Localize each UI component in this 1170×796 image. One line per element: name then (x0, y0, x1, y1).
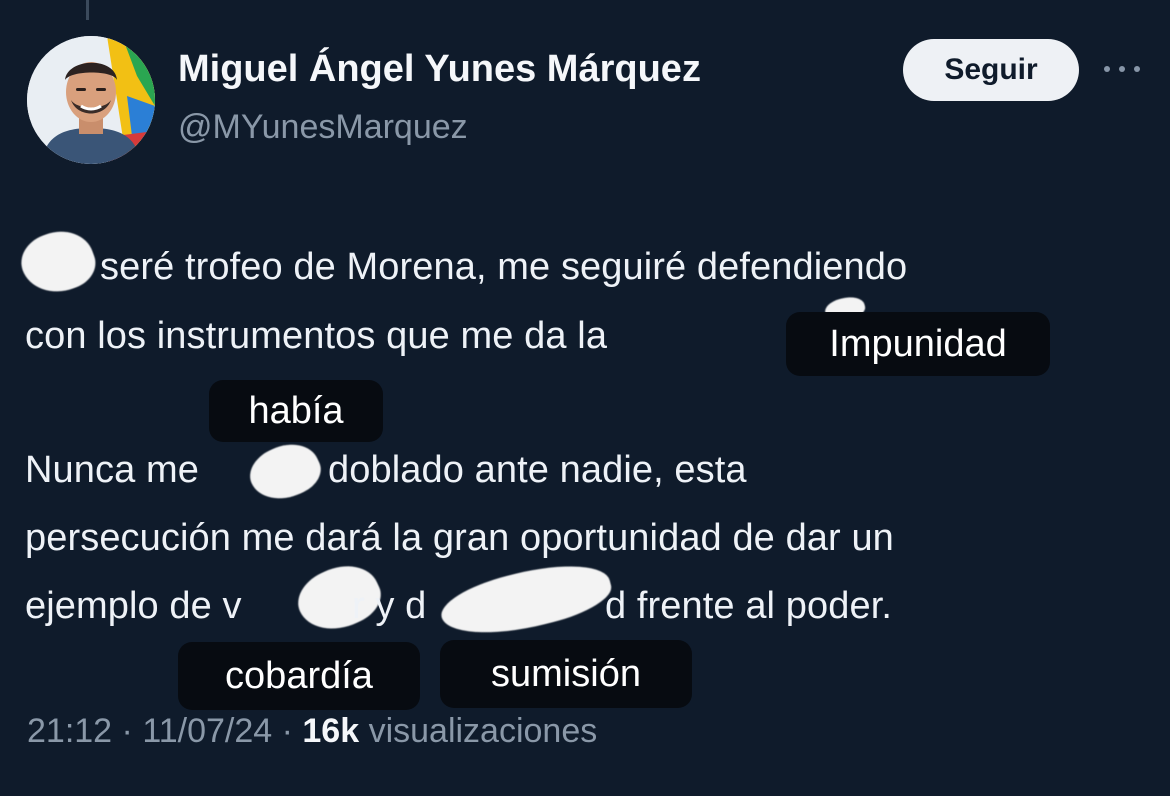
views-count: 16k (302, 712, 360, 750)
views-label: visualizaciones (368, 712, 598, 750)
tweet-meta: 21:12 · 11/07/24 · 16k visualizaciones (27, 712, 597, 751)
tweet-date[interactable]: 11/07/24 (142, 712, 272, 750)
tweet-text-line4: persecución me dará la gran oportunidad … (25, 517, 894, 559)
tweet-text-line5a: ejemplo de v (25, 585, 242, 627)
tweet-text-line3a: Nunca me (25, 449, 199, 491)
tweet-time[interactable]: 21:12 (27, 712, 112, 750)
thread-connector-line (86, 0, 89, 20)
tweet-text-line3b: doblado ante nadie, esta (328, 449, 747, 491)
label-impunidad: Impunidad (786, 312, 1050, 376)
tweet-text-line5c: d frente al poder. (605, 585, 893, 627)
author-handle[interactable]: @MYunesMarquez (178, 108, 468, 147)
author-name[interactable]: Miguel Ángel Yunes Márquez (178, 48, 701, 91)
label-habia: había (209, 380, 383, 442)
scribble-redaction (13, 221, 103, 303)
label-sumision: sumisión (440, 640, 692, 708)
meta-separator: · (281, 712, 293, 750)
label-cobardia: cobardía (178, 642, 420, 710)
scribble-redaction (242, 433, 328, 511)
meta-separator: · (121, 712, 133, 750)
tweet-text-line1: seré trofeo de Morena, me seguiré defend… (100, 246, 908, 288)
tweet-text-line5b: r y d (352, 585, 427, 627)
follow-button[interactable]: Seguir (903, 39, 1079, 101)
avatar[interactable] (27, 36, 155, 164)
more-horizontal-icon[interactable] (1102, 48, 1142, 88)
tweet-text-line2: con los instrumentos que me da la (25, 315, 608, 357)
scribble-redaction (435, 552, 617, 648)
